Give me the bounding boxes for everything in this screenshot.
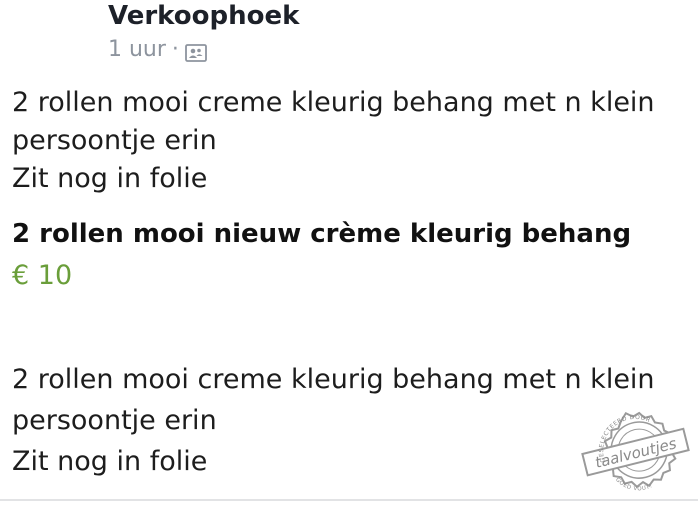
listing-description: 2 rollen mooi creme kleurig behang met n… <box>12 359 655 482</box>
watermark-stamp-logo: GESELECTEERD DOOR taalvoutjes GOED VOUT! <box>578 404 694 504</box>
post-text: 2 rollen mooi creme kleurig behang met n… <box>12 84 655 198</box>
post-text-line: persoontje erin <box>12 125 217 156</box>
listing-price: € 10 <box>12 260 73 291</box>
group-members-icon <box>185 41 207 62</box>
description-line: persoontje erin <box>12 405 217 436</box>
group-name-link[interactable]: Verkoophoek <box>108 0 299 32</box>
description-line: Zit nog in folie <box>12 446 208 477</box>
meta-separator: · <box>171 37 179 62</box>
post-text-line: 2 rollen mooi creme kleurig behang met n… <box>12 87 655 118</box>
description-line: 2 rollen mooi creme kleurig behang met n… <box>12 364 655 395</box>
post-timestamp[interactable]: 1 uur <box>108 35 166 65</box>
post-meta: 1 uur · <box>108 35 207 65</box>
listing-title[interactable]: 2 rollen mooi nieuw crème kleurig behang <box>12 216 631 252</box>
post-text-line: Zit nog in folie <box>12 163 208 194</box>
